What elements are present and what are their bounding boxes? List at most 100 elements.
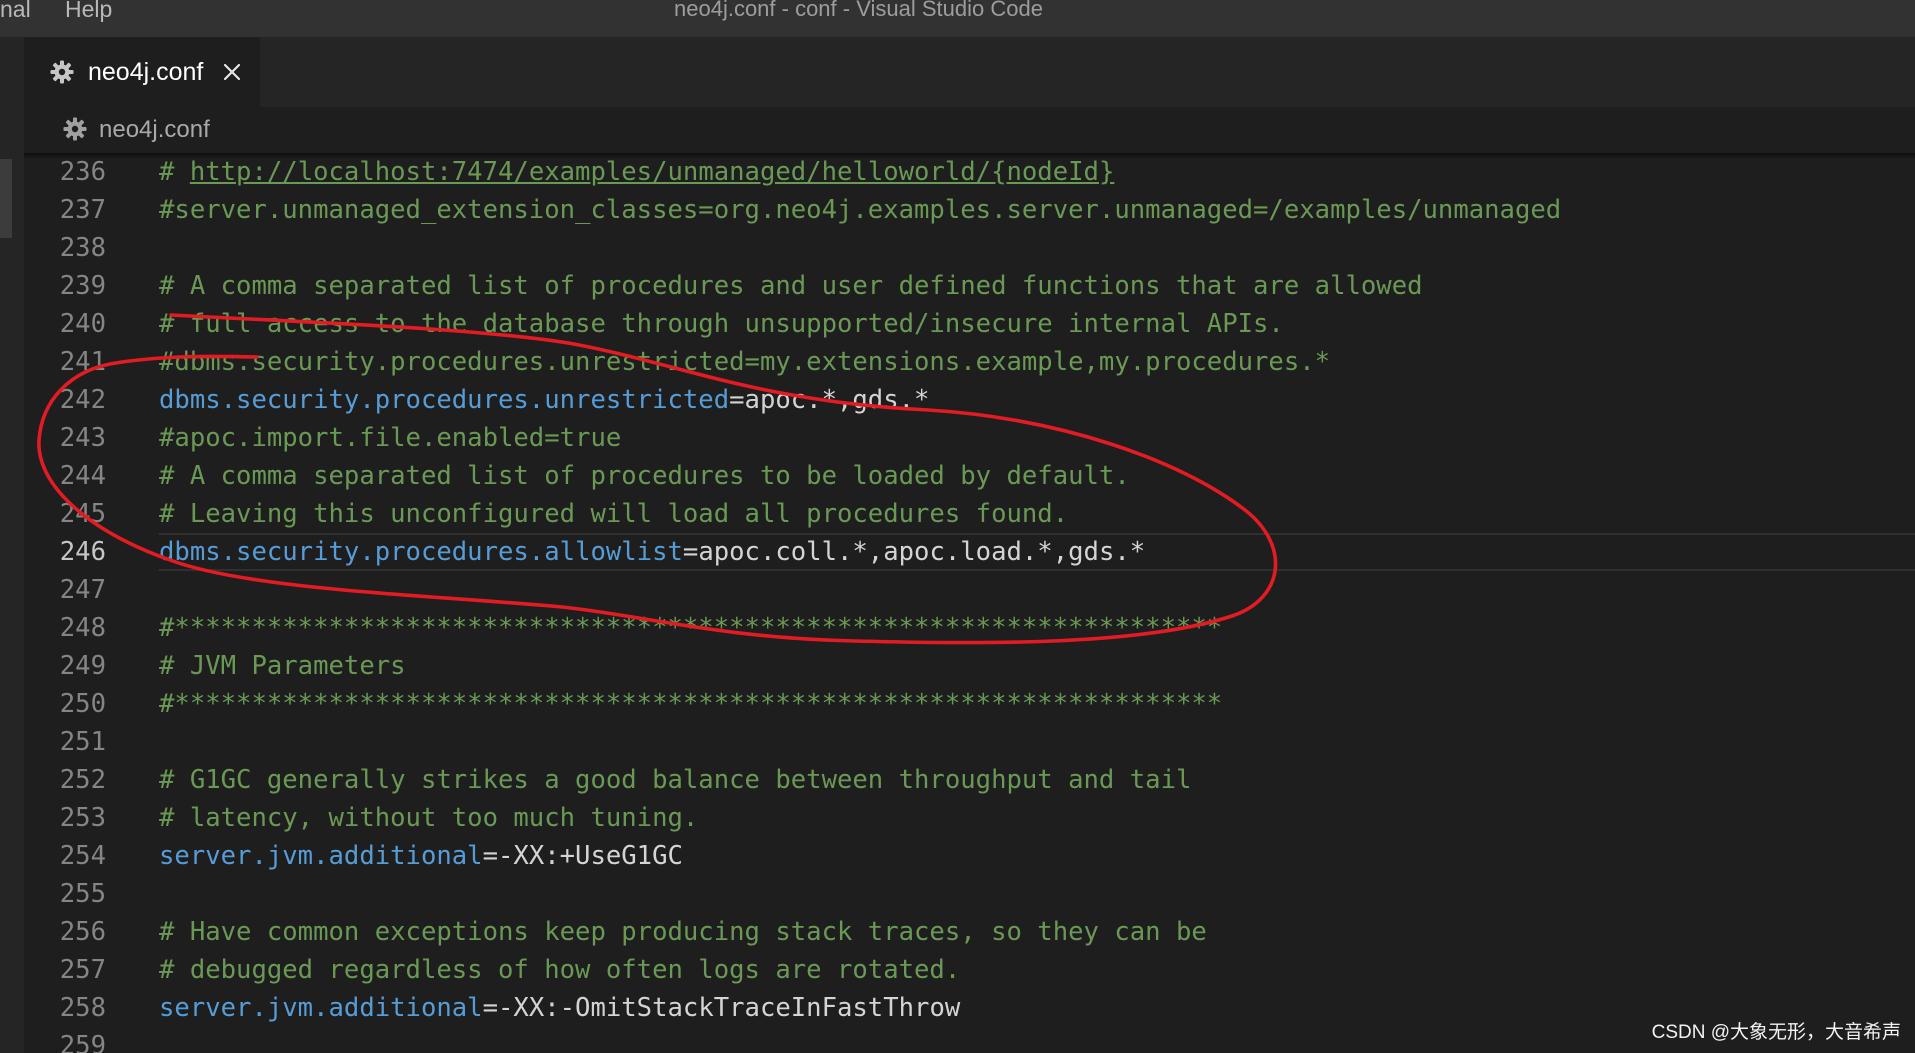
editor-line[interactable]: 255 — [24, 875, 1915, 913]
setting-value: =apoc.*,gds.* — [729, 385, 930, 415]
editor-scroll-shadow — [24, 153, 1915, 159]
comment-text: # Have common exceptions keep producing … — [159, 917, 1207, 947]
editor-line[interactable]: 246 dbms.security.procedures.allowlist=ap… — [24, 533, 1915, 571]
editor-line[interactable]: 253 # latency, without too much tuning. — [24, 799, 1915, 837]
comment-text: #dbms.security.procedures.unrestricted=m… — [159, 347, 1331, 377]
line-number: 238 — [59, 233, 106, 263]
editor-line[interactable]: 241 #dbms.security.procedures.unrestricte… — [24, 343, 1915, 381]
line-number: 259 — [59, 1031, 106, 1053]
code-text[interactable]: # Leaving this unconfigured will load al… — [159, 495, 1915, 533]
editor-line[interactable]: 258 server.jvm.additional=-XX:-OmitStackT… — [24, 989, 1915, 1027]
editor-line[interactable]: 244 # A comma separated list of procedure… — [24, 457, 1915, 495]
line-number: 256 — [59, 917, 106, 947]
editor-line[interactable]: 245 # Leaving this unconfigured will load… — [24, 495, 1915, 533]
line-number: 252 — [59, 765, 106, 795]
line-number: 245 — [59, 499, 106, 529]
code-text[interactable]: dbms.security.procedures.unrestricted=ap… — [159, 381, 1915, 419]
code-text[interactable]: # latency, without too much tuning. — [159, 799, 1915, 837]
sidebar-scroll-thumb[interactable] — [0, 159, 12, 238]
line-number: 253 — [59, 803, 106, 833]
code-text[interactable]: #dbms.security.procedures.unrestricted=m… — [159, 343, 1915, 381]
comment-text: # full access to the database through un… — [159, 309, 1284, 339]
editor-line[interactable]: 242 dbms.security.procedures.unrestricted… — [24, 381, 1915, 419]
code-text[interactable]: dbms.security.procedures.allowlist=apoc.… — [159, 533, 1915, 571]
code-text[interactable]: server.jvm.additional=-XX:+UseG1GC — [159, 837, 1915, 875]
editor-line[interactable]: 248 #************************************… — [24, 609, 1915, 647]
line-number: 258 — [59, 993, 106, 1023]
editor-line[interactable]: 257 # debugged regardless of how often lo… — [24, 951, 1915, 989]
code-editor[interactable]: 236 # http://localhost:7474/examples/unma… — [24, 153, 1915, 1053]
editor-line[interactable]: 259 — [24, 1027, 1915, 1053]
code-text[interactable]: # A comma separated list of procedures t… — [159, 457, 1915, 495]
editor-line[interactable]: 251 — [24, 723, 1915, 761]
comment-text: # JVM Parameters — [159, 651, 406, 681]
line-number: 240 — [59, 309, 106, 339]
comment-text: #apoc.import.file.enabled=true — [159, 423, 622, 453]
comment-text: #***************************************… — [159, 613, 1223, 643]
sidebar-edge — [0, 37, 24, 1053]
code-text[interactable] — [159, 723, 1915, 761]
code-text[interactable]: # debugged regardless of how often logs … — [159, 951, 1915, 989]
line-number: 251 — [59, 727, 106, 757]
line-number: 255 — [59, 879, 106, 909]
line-number: 243 — [59, 423, 106, 453]
editor-line[interactable]: 239 # A comma separated list of procedure… — [24, 267, 1915, 305]
setting-key: dbms.security.procedures.allowlist — [159, 537, 683, 567]
code-text[interactable]: # Have common exceptions keep producing … — [159, 913, 1915, 951]
comment-text: # Leaving this unconfigured will load al… — [159, 499, 1069, 529]
editor-lines: 236 # http://localhost:7474/examples/unma… — [24, 153, 1915, 1053]
tab-label: neo4j.conf — [88, 58, 204, 86]
editor-line[interactable]: 247 — [24, 571, 1915, 609]
code-text[interactable]: #server.unmanaged_extension_classes=org.… — [159, 191, 1915, 229]
code-text[interactable] — [159, 229, 1915, 267]
menu-item-help[interactable]: Help — [65, 0, 112, 23]
setting-key: server.jvm.additional — [159, 841, 483, 871]
code-text[interactable]: # JVM Parameters — [159, 647, 1915, 685]
editor-line[interactable]: 256 # Have common exceptions keep produci… — [24, 913, 1915, 951]
code-text[interactable]: #apoc.import.file.enabled=true — [159, 419, 1915, 457]
editor-line[interactable]: 249 # JVM Parameters — [24, 647, 1915, 685]
setting-value: =apoc.coll.*,apoc.load.*,gds.* — [682, 537, 1146, 567]
editor-line[interactable]: 240 # full access to the database through… — [24, 305, 1915, 343]
comment-text: # debugged regardless of how often logs … — [159, 955, 961, 985]
tab-bar: neo4j.conf — [24, 37, 1915, 107]
line-number: 241 — [59, 347, 106, 377]
comment-text: #***************************************… — [159, 689, 1223, 719]
editor-line[interactable]: 252 # G1GC generally strikes a good balan… — [24, 761, 1915, 799]
comment-text: # — [159, 157, 190, 187]
line-number: 242 — [59, 385, 106, 415]
editor-line[interactable]: 237 #server.unmanaged_extension_classes=o… — [24, 191, 1915, 229]
close-icon[interactable] — [222, 62, 242, 82]
line-number: 250 — [59, 689, 106, 719]
line-number: 239 — [59, 271, 106, 301]
editor-line[interactable]: 243 #apoc.import.file.enabled=true — [24, 419, 1915, 457]
comment-text: #server.unmanaged_extension_classes=org.… — [159, 195, 1562, 225]
url-link[interactable]: http://localhost:7474/examples/unmanaged… — [190, 157, 1115, 187]
line-number: 246 — [59, 537, 106, 567]
line-number: 244 — [59, 461, 106, 491]
tab-neo4j-conf[interactable]: neo4j.conf — [24, 37, 260, 107]
menu-item-terminal[interactable]: nal — [0, 0, 31, 23]
code-text[interactable]: #***************************************… — [159, 609, 1915, 647]
setting-key: server.jvm.additional — [159, 993, 483, 1023]
setting-key: dbms.security.procedures.unrestricted — [159, 385, 730, 415]
window-title: neo4j.conf - conf - Visual Studio Code — [674, 0, 1043, 21]
code-text[interactable]: # G1GC generally strikes a good balance … — [159, 761, 1915, 799]
setting-value: =-XX:+UseG1GC — [482, 841, 683, 871]
line-number: 248 — [59, 613, 106, 643]
code-text[interactable]: #***************************************… — [159, 685, 1915, 723]
code-text[interactable] — [159, 875, 1915, 913]
editor-line[interactable]: 250 #************************************… — [24, 685, 1915, 723]
gear-icon — [50, 60, 74, 84]
editor-line[interactable]: 238 — [24, 229, 1915, 267]
code-text[interactable]: # full access to the database through un… — [159, 305, 1915, 343]
setting-value: =-XX:-OmitStackTraceInFastThrow — [482, 993, 961, 1023]
line-number: 249 — [59, 651, 106, 681]
code-text[interactable]: # A comma separated list of procedures a… — [159, 267, 1915, 305]
breadcrumb-file[interactable]: neo4j.conf — [99, 115, 210, 145]
editor-line[interactable]: 254 server.jvm.additional=-XX:+UseG1GC — [24, 837, 1915, 875]
code-text[interactable] — [159, 571, 1915, 609]
title-bar: nal Help neo4j.conf - conf - Visual Stud… — [0, 0, 1915, 37]
line-number: 247 — [59, 575, 106, 605]
comment-text: # latency, without too much tuning. — [159, 803, 699, 833]
